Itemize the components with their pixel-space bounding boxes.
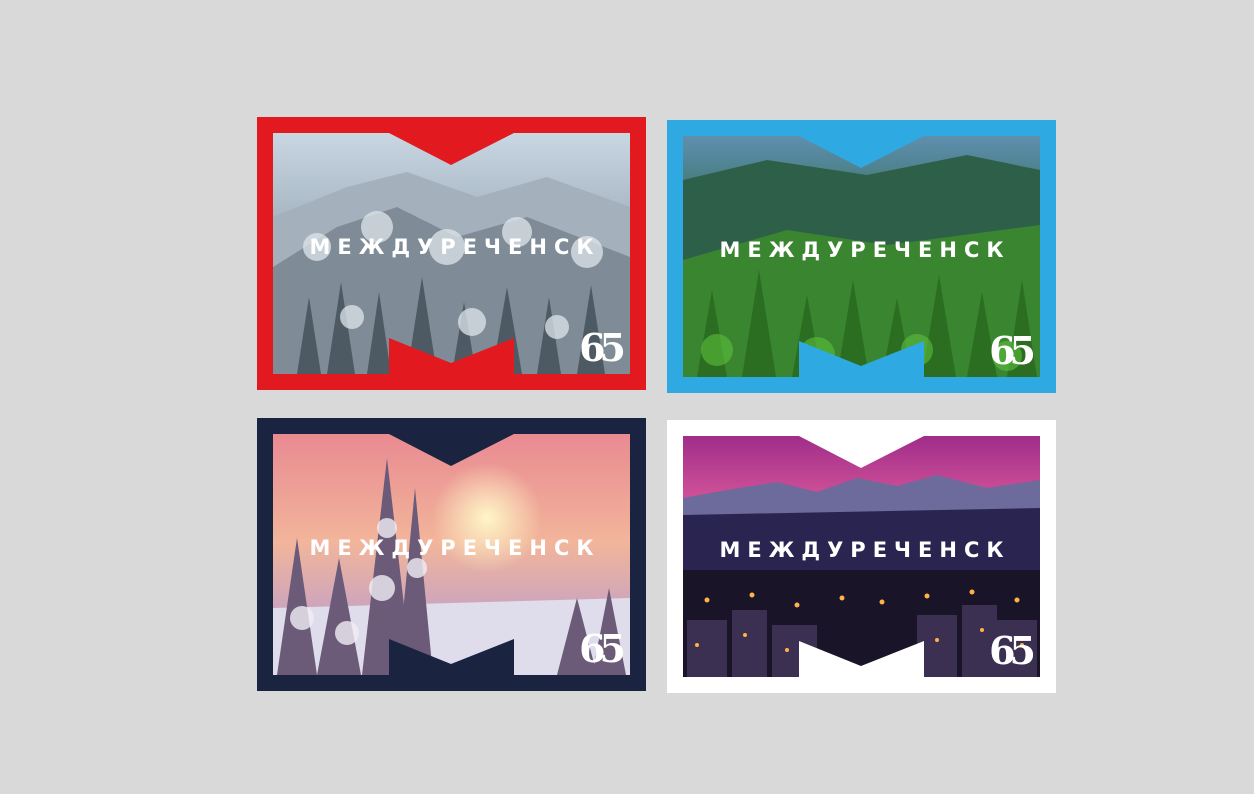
anniversary-65-logo: 65 xyxy=(579,626,626,671)
postcard-blue: МЕЖДУРЕЧЕНСК 65 xyxy=(667,120,1056,393)
postcard-red: МЕЖДУРЕЧЕНСК 65 xyxy=(257,117,646,390)
anniversary-65-logo: 65 xyxy=(989,628,1036,673)
postcard-navy: МЕЖДУРЕЧЕНСК 65 xyxy=(257,418,646,691)
anniversary-65-logo: 65 xyxy=(579,325,626,370)
card-title: МЕЖДУРЕЧЕНСК xyxy=(719,238,1011,262)
card-title: МЕЖДУРЕЧЕНСК xyxy=(309,235,601,259)
card-title: МЕЖДУРЕЧЕНСК xyxy=(309,536,601,560)
card-title: МЕЖДУРЕЧЕНСК xyxy=(719,538,1011,562)
anniversary-65-logo: 65 xyxy=(989,328,1036,373)
postcard-white: МЕЖДУРЕЧЕНСК 65 xyxy=(667,420,1056,693)
